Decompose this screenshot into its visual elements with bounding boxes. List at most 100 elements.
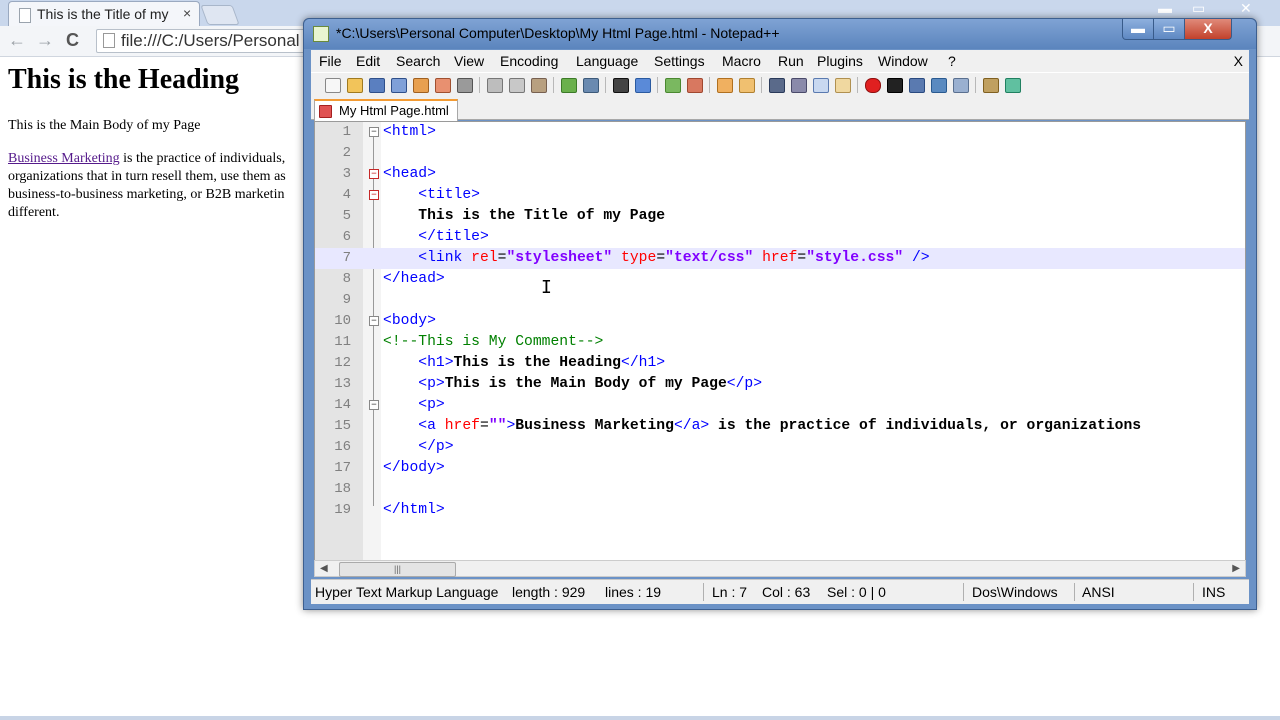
code-line: 10 − <body> (315, 311, 1245, 332)
address-bar[interactable]: file:///C:/Users/Personal (96, 29, 338, 53)
spell-check-icon[interactable] (1005, 78, 1021, 93)
code-token: <html> (383, 124, 436, 140)
menu-encoding[interactable]: Encoding (500, 53, 558, 69)
menu-plugins[interactable]: Plugins (817, 53, 863, 69)
redo-icon[interactable] (583, 78, 599, 93)
menu-search[interactable]: Search (396, 53, 440, 69)
maximize-button[interactable]: ▭ (1153, 19, 1185, 40)
menu-file[interactable]: File (319, 53, 342, 69)
close-all-icon[interactable] (435, 78, 451, 93)
close-file-icon[interactable] (413, 78, 429, 93)
run-macro-multiple-icon[interactable] (931, 78, 947, 93)
npp-titlebar[interactable]: *C:\Users\Personal Computer\Desktop\My H… (304, 19, 1256, 49)
paste-icon[interactable] (531, 78, 547, 93)
fold-collapse-icon[interactable]: − (369, 169, 379, 179)
menu-window[interactable]: Window (878, 53, 928, 69)
new-tab-button[interactable] (200, 5, 240, 25)
code-line: 4 − <title> (315, 185, 1245, 206)
word-wrap-icon[interactable] (769, 78, 785, 93)
save-macro-icon[interactable] (953, 78, 969, 93)
line-number: 3 (342, 166, 351, 182)
browser-minimize-icon[interactable]: ▬ (1158, 0, 1172, 16)
play-macro-icon[interactable] (909, 78, 925, 93)
browser-page-content: This is the Heading This is the Main Bod… (8, 60, 308, 222)
stop-macro-icon[interactable] (887, 78, 903, 93)
status-bar: Hyper Text Markup Language length : 929 … (311, 579, 1249, 604)
menu-language[interactable]: Language (576, 53, 638, 69)
reload-button[interactable]: C (66, 30, 79, 51)
menu-edit[interactable]: Edit (356, 53, 380, 69)
document-tab[interactable]: My Html Page.html (314, 99, 458, 122)
code-token: This is the Title of my Page (418, 208, 666, 224)
menu-help[interactable]: ? (948, 53, 956, 69)
line-number: 14 (334, 397, 351, 413)
code-token: </a> (673, 418, 710, 434)
undo-icon[interactable] (561, 78, 577, 93)
minimize-button[interactable]: ▬ (1122, 19, 1154, 40)
taskbar-edge (0, 716, 1280, 720)
indent-guide-icon[interactable] (813, 78, 829, 93)
horizontal-scrollbar[interactable]: ◀ ||| ▶ (314, 560, 1246, 577)
tab-close-icon[interactable]: × (183, 5, 191, 21)
code-token: <a (418, 418, 445, 434)
sync-horizontal-icon[interactable] (739, 78, 755, 93)
record-macro-icon[interactable] (865, 78, 881, 93)
menu-view[interactable]: View (454, 53, 484, 69)
address-url[interactable]: file:///C:/Users/Personal (121, 31, 300, 51)
menu-settings[interactable]: Settings (654, 53, 705, 69)
scroll-right-icon[interactable]: ▶ (1232, 561, 1240, 576)
replace-icon[interactable] (635, 78, 651, 93)
menubar: File Edit Search View Encoding Language … (311, 50, 1249, 72)
code-line: 17 </body> (315, 458, 1245, 479)
fold-collapse-icon[interactable]: − (369, 316, 379, 326)
copy-icon[interactable] (509, 78, 525, 93)
page-favicon-icon (19, 8, 31, 23)
toolbar (311, 72, 1249, 97)
code-token: </body> (383, 460, 445, 476)
new-file-icon[interactable] (325, 78, 341, 93)
user-language-icon[interactable] (835, 78, 851, 93)
fold-collapse-icon[interactable]: − (369, 400, 379, 410)
menu-run[interactable]: Run (778, 53, 804, 69)
show-all-chars-icon[interactable] (791, 78, 807, 93)
line-number: 7 (342, 250, 351, 266)
zoom-out-icon[interactable] (687, 78, 703, 93)
scroll-left-icon[interactable]: ◀ (320, 561, 328, 576)
menu-macro[interactable]: Macro (722, 53, 761, 69)
scrollbar-thumb[interactable]: ||| (339, 562, 456, 577)
code-editor[interactable]: 1 − <html> 2 3 − <head> 4 − <title> 5 Th… (314, 121, 1246, 561)
forward-button[interactable]: → (36, 30, 54, 51)
unsaved-disk-icon (319, 105, 332, 118)
code-token: <!--This is My Comment--> (383, 334, 604, 350)
code-line: 18 (315, 479, 1245, 500)
window-title: *C:\Users\Personal Computer\Desktop\My H… (336, 25, 780, 41)
close-document-icon[interactable]: X (1234, 53, 1243, 69)
zoom-in-icon[interactable] (665, 78, 681, 93)
business-marketing-link[interactable]: Business Marketing (8, 151, 120, 166)
line-number: 11 (334, 334, 351, 350)
line-number: 4 (342, 187, 351, 203)
save-all-icon[interactable] (391, 78, 407, 93)
code-line: 9 (315, 290, 1245, 311)
notepad-plus-plus-window: *C:\Users\Personal Computer\Desktop\My H… (303, 18, 1257, 610)
sync-vertical-icon[interactable] (717, 78, 733, 93)
launch-browser-icon[interactable] (983, 78, 999, 93)
open-file-icon[interactable] (347, 78, 363, 93)
find-icon[interactable] (613, 78, 629, 93)
code-token: <link (418, 250, 472, 266)
cut-icon[interactable] (487, 78, 503, 93)
line-number: 17 (334, 460, 351, 476)
back-button[interactable]: ← (8, 30, 26, 51)
fold-collapse-icon[interactable]: − (369, 127, 379, 137)
code-line: 6 </title> (315, 227, 1245, 248)
browser-maximize-icon[interactable]: ▭ (1192, 0, 1205, 17)
fold-collapse-icon[interactable]: − (369, 190, 379, 200)
code-token: "stylesheet" (506, 250, 613, 266)
line-number: 19 (334, 502, 351, 518)
code-token: </title> (418, 229, 489, 245)
browser-close-icon[interactable]: ✕ (1240, 0, 1252, 17)
close-button[interactable]: X (1184, 19, 1232, 40)
browser-tab[interactable]: This is the Title of my × (8, 1, 200, 27)
print-icon[interactable] (457, 78, 473, 93)
save-icon[interactable] (369, 78, 385, 93)
